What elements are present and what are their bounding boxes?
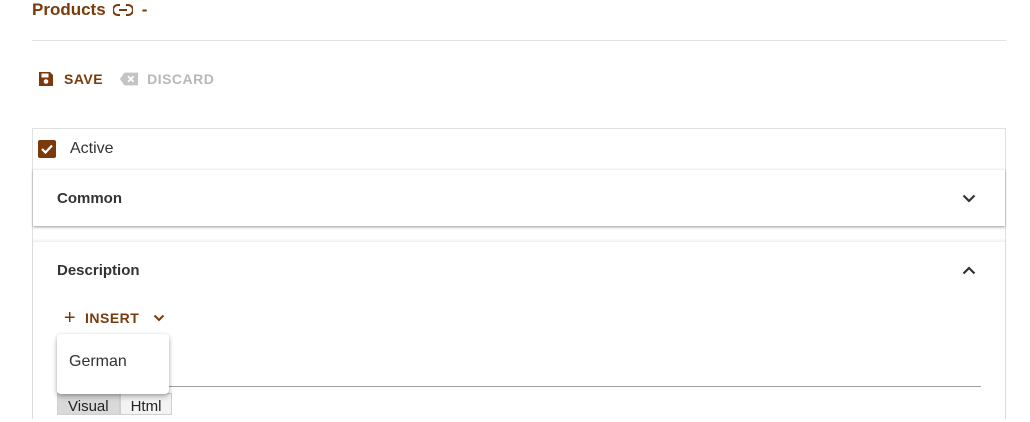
accordion-description: Description + INSERT	[33, 241, 1005, 422]
active-row: Active	[38, 138, 114, 160]
active-label: Active	[70, 140, 114, 157]
title-separator: -	[141, 0, 148, 19]
page-header: Products -	[32, 0, 1006, 41]
accordion-common[interactable]: Common	[33, 169, 1005, 226]
chevron-down-icon	[151, 310, 167, 326]
product-form-panel: Active Common Description + INSERT	[32, 128, 1006, 422]
accordion-common-title: Common	[57, 190, 122, 207]
link-icon[interactable]	[112, 0, 134, 20]
check-icon	[41, 144, 53, 155]
floppy-disk-icon	[36, 69, 56, 89]
editor-tabs: Visual Html	[57, 393, 173, 415]
insert-dropdown-menu: German	[57, 334, 169, 394]
menu-item-german[interactable]: German	[69, 353, 127, 371]
page-title: Products	[32, 0, 106, 19]
discard-label: DISCARD	[147, 71, 215, 87]
tab-visual[interactable]: Visual	[57, 393, 120, 415]
save-button[interactable]: SAVE	[36, 69, 103, 89]
accordion-description-title[interactable]: Description	[57, 262, 140, 279]
toolbar: SAVE DISCARD	[36, 66, 214, 92]
save-label: SAVE	[64, 71, 104, 87]
editor-underline	[57, 386, 981, 387]
title-row: Products -	[32, 0, 147, 20]
chevron-down-icon[interactable]	[959, 188, 979, 208]
active-checkbox[interactable]	[38, 140, 56, 158]
tab-html[interactable]: Html	[119, 393, 173, 415]
chevron-up-icon[interactable]	[959, 260, 979, 280]
plus-icon: +	[63, 307, 77, 329]
insert-button[interactable]: + INSERT	[63, 306, 167, 330]
insert-label: INSERT	[85, 310, 140, 326]
backspace-icon	[119, 69, 139, 89]
discard-button[interactable]: DISCARD	[119, 69, 214, 89]
